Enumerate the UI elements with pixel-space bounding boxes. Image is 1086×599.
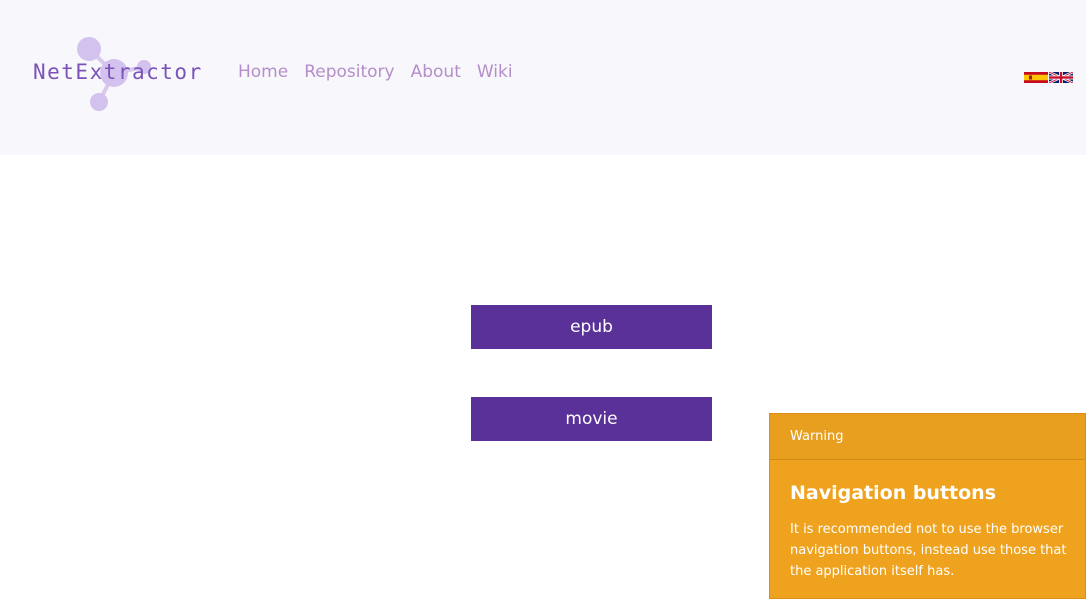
site-header: NetExtractor Home Repository About Wiki: [0, 0, 1086, 155]
logo[interactable]: NetExtractor: [30, 32, 202, 116]
nav-wiki[interactable]: Wiki: [477, 62, 513, 82]
main-nav: Home Repository About Wiki: [238, 62, 513, 82]
language-switcher: [1024, 72, 1073, 83]
nav-home[interactable]: Home: [238, 62, 288, 82]
spanish-flag-icon[interactable]: [1024, 72, 1048, 83]
epub-button[interactable]: epub: [471, 305, 712, 349]
toast-title: Navigation buttons: [790, 482, 997, 504]
logo-text: NetExtractor: [33, 60, 203, 84]
warning-toast: Warning Navigation buttons It is recomme…: [769, 413, 1086, 599]
toast-header: Warning: [770, 414, 1085, 460]
nav-repository[interactable]: Repository: [304, 62, 394, 82]
nav-about[interactable]: About: [411, 62, 461, 82]
movie-button[interactable]: movie: [471, 397, 712, 441]
english-flag-icon[interactable]: [1049, 72, 1073, 83]
toast-body: It is recommended not to use the browser…: [790, 522, 1067, 579]
